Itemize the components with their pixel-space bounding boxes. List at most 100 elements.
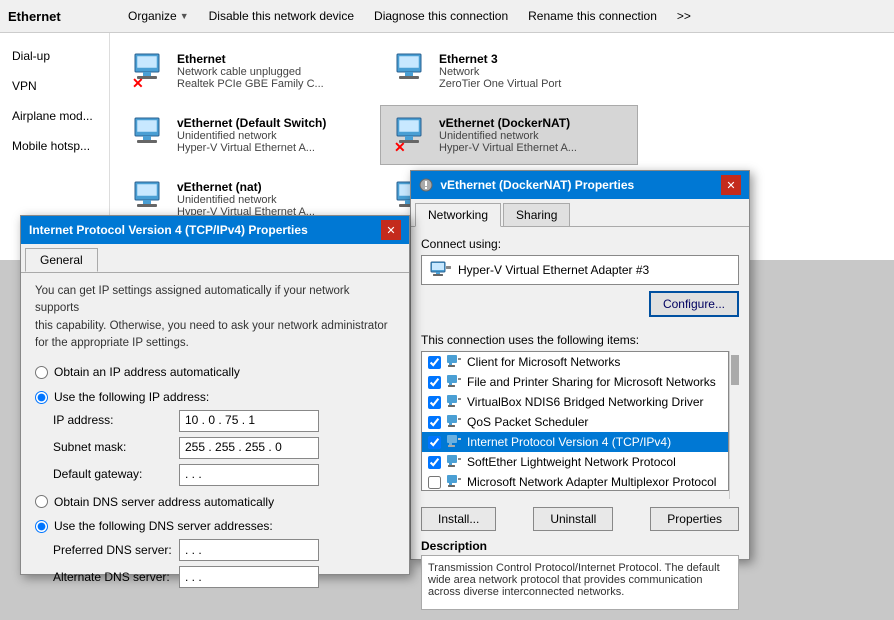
qos-checkbox[interactable] (428, 416, 441, 429)
auto-ip-radio-label[interactable]: Obtain an IP address automatically (35, 364, 395, 381)
qos-icon (446, 414, 462, 430)
network-item-ethernet3[interactable]: Ethernet 3 Network ZeroTier One Virtual … (380, 41, 638, 101)
tcpip-tab-general[interactable]: General (25, 248, 98, 272)
manual-ip-text: Use the following IP address: (54, 389, 209, 406)
connect-using-label: Connect using: (421, 237, 739, 251)
ethernet-info: Ethernet Network cable unplugged Realtek… (177, 52, 367, 90)
configure-button[interactable]: Configure... (649, 291, 739, 317)
manual-ip-radio[interactable] (35, 391, 48, 404)
properties-close-button[interactable]: ✕ (721, 175, 741, 195)
list-item-mux[interactable]: Microsoft Network Adapter Multiplexor Pr… (422, 472, 728, 491)
auto-ip-text: Obtain an IP address automatically (54, 364, 240, 381)
description-text: Transmission Control Protocol/Internet P… (421, 555, 739, 610)
subnet-mask-input[interactable]: 255 . 255 . 255 . 0 (179, 437, 319, 459)
properties-tab-networking[interactable]: Networking (415, 203, 501, 227)
manual-dns-radio[interactable] (35, 520, 48, 533)
toolbar: Ethernet Organize ▼ Disable this network… (0, 0, 894, 33)
adapter-box: Hyper-V Virtual Ethernet Adapter #3 (421, 255, 739, 285)
tcpip-titlebar: Internet Protocol Version 4 (TCP/IPv4) P… (21, 216, 409, 244)
svg-text:✕: ✕ (394, 139, 406, 154)
virtualbox-ndis-checkbox[interactable] (428, 396, 441, 409)
scrollbar-thumb (731, 355, 739, 385)
preferred-dns-row: Preferred DNS server: . . . (53, 539, 395, 561)
items-label: This connection uses the following items… (421, 333, 739, 347)
properties-body: Connect using: Hyper-V Virtual Ethernet … (411, 227, 749, 620)
properties-button[interactable]: Properties (650, 507, 739, 531)
install-button[interactable]: Install... (421, 507, 496, 531)
rename-label: Rename this connection (528, 9, 657, 23)
tcpip-description: You can get IP settings assigned automat… (35, 283, 395, 352)
veth-nat-status: Unidentified network (177, 194, 367, 206)
client-checkbox[interactable] (428, 356, 441, 369)
organize-chevron: ▼ (180, 11, 189, 21)
adapter-icon (430, 261, 452, 279)
auto-dns-radio[interactable] (35, 495, 48, 508)
window-title-text: Ethernet (8, 9, 61, 24)
organize-label: Organize (128, 9, 177, 23)
diagnose-button[interactable]: Diagnose this connection (364, 0, 518, 33)
sidebar-item-airplane[interactable]: Airplane mod... (0, 101, 109, 131)
preferred-dns-input[interactable]: . . . (179, 539, 319, 561)
manual-dns-group: Use the following DNS server addresses: … (35, 518, 395, 588)
description-section: Description Transmission Control Protoco… (421, 539, 739, 610)
network-item-veth-default[interactable]: vEthernet (Default Switch) Unidentified … (118, 105, 376, 165)
mux-icon (446, 474, 462, 490)
dockernat-name: vEthernet (DockerNAT) (439, 116, 629, 130)
network-item-ethernet[interactable]: ✕ Ethernet Network cable unplugged Realt… (118, 41, 376, 101)
sidebar-item-dialup[interactable]: Dial-up (0, 41, 109, 71)
dockernat-info: vEthernet (DockerNAT) Unidentified netwo… (439, 116, 629, 154)
veth-default-name: vEthernet (Default Switch) (177, 116, 367, 130)
veth-default-icon (127, 114, 169, 156)
more-button[interactable]: >> (667, 0, 701, 33)
default-gateway-input[interactable]: . . . (179, 464, 319, 486)
default-gateway-label: Default gateway: (53, 466, 173, 483)
list-item-virtualbox-ndis[interactable]: VirtualBox NDIS6 Bridged Networking Driv… (422, 392, 728, 412)
tcpip-close-button[interactable]: ✕ (381, 220, 401, 240)
network-item-dockernat[interactable]: ✕ vEthernet (DockerNAT) Unidentified net… (380, 105, 638, 165)
list-item-fileshare[interactable]: File and Printer Sharing for Microsoft N… (422, 372, 728, 392)
veth-nat-info: vEthernet (nat) Unidentified network Hyp… (177, 180, 367, 218)
list-item-client[interactable]: Client for Microsoft Networks (422, 352, 728, 372)
ip-fields: IP address: 10 . 0 . 75 . 1 Subnet mask:… (53, 410, 395, 486)
list-item-tcpipv4[interactable]: Internet Protocol Version 4 (TCP/IPv4) (422, 432, 728, 452)
auto-ip-radio[interactable] (35, 366, 48, 379)
list-item-qos[interactable]: QoS Packet Scheduler (422, 412, 728, 432)
client-icon (446, 354, 462, 370)
auto-dns-radio-label[interactable]: Obtain DNS server address automatically (35, 494, 395, 511)
dockernat-detail: Hyper-V Virtual Ethernet A... (439, 142, 629, 154)
rename-button[interactable]: Rename this connection (518, 0, 667, 33)
uninstall-button[interactable]: Uninstall (533, 507, 613, 531)
auto-dns-group: Obtain DNS server address automatically (35, 494, 395, 511)
more-label: >> (677, 9, 691, 23)
properties-dialog-titlebar: vEthernet (DockerNAT) Properties ✕ (411, 171, 749, 199)
organize-button[interactable]: Organize ▼ (118, 0, 199, 33)
disable-button[interactable]: Disable this network device (199, 0, 364, 33)
ip-address-row: IP address: 10 . 0 . 75 . 1 (53, 410, 395, 432)
softether-icon (446, 454, 462, 470)
subnet-mask-row: Subnet mask: 255 . 255 . 255 . 0 (53, 437, 395, 459)
diagnose-label: Diagnose this connection (374, 9, 508, 23)
preferred-dns-label: Preferred DNS server: (53, 542, 173, 559)
sidebar-item-vpn[interactable]: VPN (0, 71, 109, 101)
items-list: Client for Microsoft Networks File and P… (421, 351, 729, 491)
manual-dns-text: Use the following DNS server addresses: (54, 518, 273, 535)
ethernet-detail: Realtek PCIe GBE Family C... (177, 78, 367, 90)
items-scrollbar[interactable] (729, 351, 739, 499)
alternate-dns-label: Alternate DNS server: (53, 569, 173, 586)
ethernet3-info: Ethernet 3 Network ZeroTier One Virtual … (439, 52, 629, 90)
manual-dns-radio-label[interactable]: Use the following DNS server addresses: (35, 518, 395, 535)
list-item-softether[interactable]: SoftEther Lightweight Network Protocol (422, 452, 728, 472)
properties-dialog-title: vEthernet (DockerNAT) Properties (419, 178, 634, 193)
alternate-dns-input[interactable]: . . . (179, 566, 319, 588)
properties-tab-sharing[interactable]: Sharing (503, 203, 570, 226)
fileshare-checkbox[interactable] (428, 376, 441, 389)
mux-checkbox[interactable] (428, 476, 441, 489)
manual-ip-radio-label[interactable]: Use the following IP address: (35, 389, 395, 406)
properties-dialog: vEthernet (DockerNAT) Properties ✕ Netwo… (410, 170, 750, 560)
sidebar-item-mobile[interactable]: Mobile hotsp... (0, 131, 109, 161)
subnet-mask-label: Subnet mask: (53, 439, 173, 456)
softether-checkbox[interactable] (428, 456, 441, 469)
tcpipv4-checkbox[interactable] (428, 436, 441, 449)
tcpipv4-icon (446, 434, 462, 450)
ip-address-input[interactable]: 10 . 0 . 75 . 1 (179, 410, 319, 432)
